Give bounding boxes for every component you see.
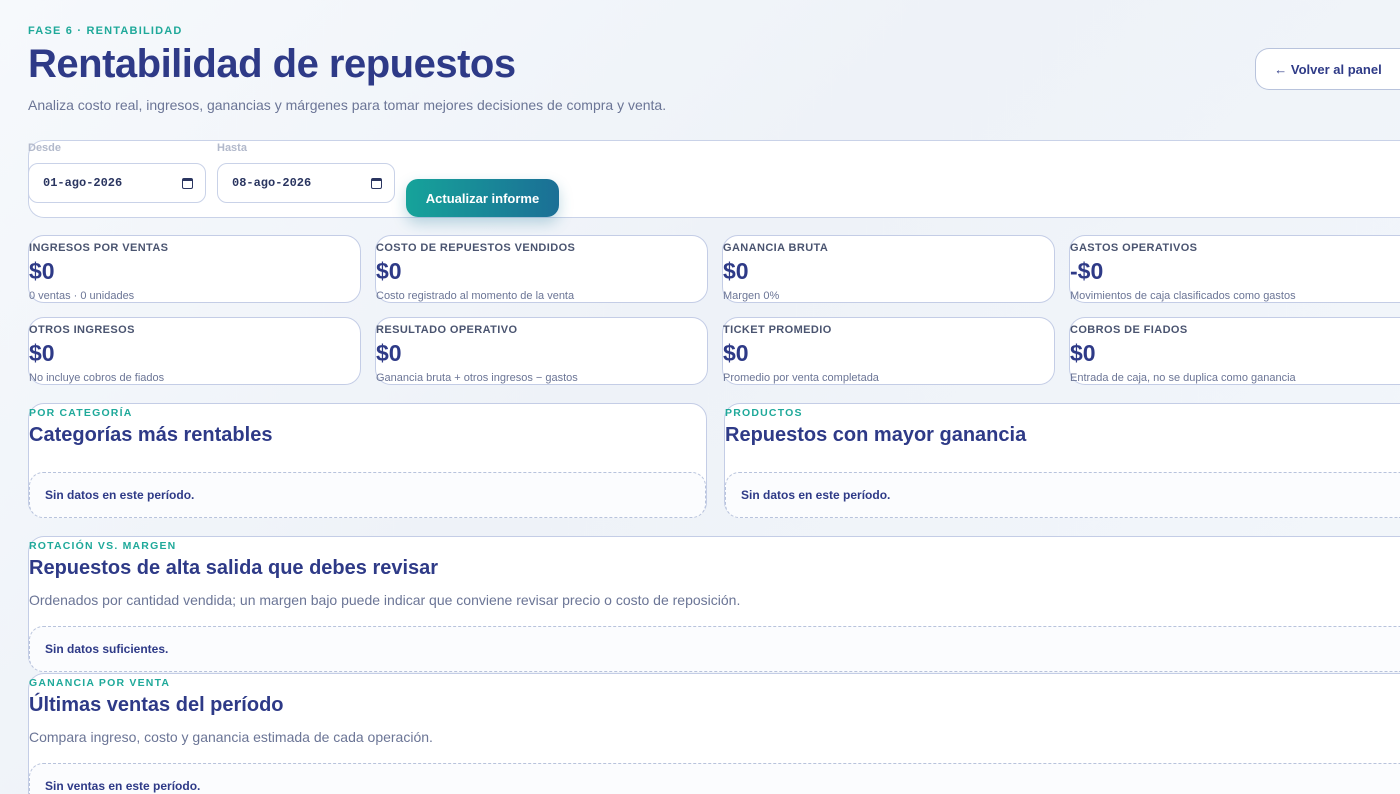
stat-note: Movimientos de caja clasificados como ga… [1070, 290, 1296, 302]
from-date-input[interactable]: 01-ago-2026 [28, 163, 206, 203]
stat-value: -$0 [1070, 258, 1104, 284]
stat-card-ingresos: INGRESOS POR VENTAS $0 0 ventas · 0 unid… [28, 235, 361, 303]
stat-value: $0 [29, 258, 55, 284]
empty-state: Sin datos en este período. [725, 472, 1400, 518]
panel-title: Últimas ventas del período [29, 694, 284, 716]
rotation-panel: ROTACIÓN VS. MARGEN Repuestos de alta sa… [28, 536, 1400, 672]
to-date-input[interactable]: 08-ago-2026 [217, 163, 395, 203]
panel-eyebrow: PRODUCTOS [725, 407, 803, 419]
stat-card-otros-ingresos: OTROS INGRESOS $0 No incluye cobros de f… [28, 317, 361, 385]
from-date-label: Desde [28, 142, 62, 154]
stat-note: Entrada de caja, no se duplica como gana… [1070, 372, 1296, 384]
calendar-icon[interactable] [182, 177, 193, 189]
panel-eyebrow: ROTACIÓN VS. MARGEN [29, 540, 177, 552]
stat-card-fiados: COBROS DE FIADOS $0 Entrada de caja, no … [1069, 317, 1400, 385]
panel-eyebrow: GANANCIA POR VENTA [29, 677, 171, 689]
panel-description: Compara ingreso, costo y ganancia estima… [29, 729, 433, 745]
to-date-label: Hasta [217, 142, 247, 154]
page-title: Rentabilidad de repuestos [28, 42, 516, 86]
categories-panel: POR CATEGORÍA Categorías más rentables S… [28, 403, 707, 518]
products-panel: PRODUCTOS Repuestos con mayor ganancia S… [724, 403, 1400, 518]
stat-label: GASTOS OPERATIVOS [1070, 242, 1198, 254]
stat-note: Promedio por venta completada [723, 372, 879, 384]
stat-card-ganancia: GANANCIA BRUTA $0 Margen 0% [722, 235, 1055, 303]
page-subtitle: Analiza costo real, ingresos, ganancias … [28, 97, 667, 113]
panel-description: Ordenados por cantidad vendida; un marge… [29, 592, 741, 608]
stat-note: 0 ventas · 0 unidades [29, 290, 135, 302]
panel-title: Repuestos con mayor ganancia [725, 424, 1027, 446]
to-date-value: 08-ago-2026 [232, 176, 312, 190]
empty-state: Sin ventas en este período. [29, 763, 1400, 794]
empty-state: Sin datos en este período. [29, 472, 706, 518]
panel-eyebrow: POR CATEGORÍA [29, 407, 133, 419]
panel-title: Repuestos de alta salida que debes revis… [29, 557, 439, 579]
stat-label: TICKET PROMEDIO [723, 324, 832, 336]
stat-label: GANANCIA BRUTA [723, 242, 829, 254]
stat-value: $0 [1070, 340, 1096, 366]
stat-note: Ganancia bruta + otros ingresos − gastos [376, 372, 578, 384]
stat-card-ticket: TICKET PROMEDIO $0 Promedio por venta co… [722, 317, 1055, 385]
stat-card-gastos: GASTOS OPERATIVOS -$0 Movimientos de caj… [1069, 235, 1400, 303]
update-report-button[interactable]: Actualizar informe [406, 179, 559, 217]
from-date-value: 01-ago-2026 [43, 176, 123, 190]
calendar-icon[interactable] [371, 177, 382, 189]
stat-value: $0 [723, 258, 749, 284]
stat-note: Margen 0% [723, 290, 780, 302]
stat-label: OTROS INGRESOS [29, 324, 135, 336]
stat-value: $0 [376, 258, 402, 284]
stat-note: Costo registrado al momento de la venta [376, 290, 575, 302]
stat-label: COBROS DE FIADOS [1070, 324, 1188, 336]
stat-card-costo: COSTO DE REPUESTOS VENDIDOS $0 Costo reg… [375, 235, 708, 303]
stat-label: COSTO DE REPUESTOS VENDIDOS [376, 242, 576, 254]
stat-value: $0 [29, 340, 55, 366]
page-eyebrow: FASE 6 · RENTABILIDAD [28, 25, 183, 37]
stat-card-resultado: RESULTADO OPERATIVO $0 Ganancia bruta + … [375, 317, 708, 385]
panel-title: Categorías más rentables [29, 424, 273, 446]
empty-state: Sin datos suficientes. [29, 626, 1400, 672]
stat-value: $0 [376, 340, 402, 366]
sales-panel: GANANCIA POR VENTA Últimas ventas del pe… [28, 673, 1400, 794]
stat-label: INGRESOS POR VENTAS [29, 242, 169, 254]
stat-label: RESULTADO OPERATIVO [376, 324, 518, 336]
stat-note: No incluye cobros de fiados [29, 372, 165, 384]
back-to-panel-button[interactable]: ← Volver al panel [1255, 48, 1400, 90]
stat-value: $0 [723, 340, 749, 366]
